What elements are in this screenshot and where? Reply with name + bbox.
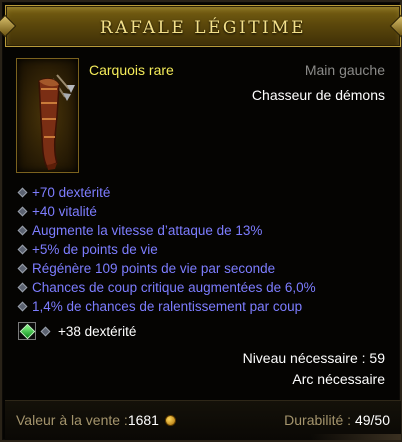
socket-slot [18,322,36,340]
bullet-icon [17,206,28,217]
skill-requirement: Arc nécessaire [292,371,385,387]
affix-text: Régénère 109 points de vie par seconde [32,261,276,276]
bullet-icon [17,282,28,293]
bullet-icon [17,263,28,274]
affix-list: +70 dextérité +40 vitalité Augmente la v… [17,183,316,316]
bullet-icon [17,187,28,198]
item-tooltip: RAFALE LÉGITIME Carquois rare Main gauch… [0,0,402,442]
affix-item: Régénère 109 points de vie par seconde [17,259,316,278]
bullet-icon [40,326,51,336]
class-requirement: Chasseur de démons [251,87,385,103]
item-name: RAFALE LÉGITIME [99,18,307,38]
affix-item: Augmente la vitesse d’attaque de 13% [17,221,316,240]
bullet-icon [17,244,28,255]
quiver-icon [38,74,75,170]
tooltip-header: RAFALE LÉGITIME [0,5,402,47]
item-image-frame [16,58,79,173]
affix-text: Chances de coup critique augmentées de 6… [32,280,316,295]
socket-row: +38 dextérité [18,321,136,341]
emerald-gem-icon [19,323,35,339]
sell-value-label: Valeur à la vente : [16,412,128,428]
bullet-icon [17,301,28,312]
socket-bonus: +38 dextérité [58,323,137,339]
affix-item: Chances de coup critique augmentées de 6… [17,278,316,297]
affix-item: +40 vitalité [17,202,316,221]
affix-item: 1,4% de chances de ralentissement par co… [17,297,316,316]
item-slot: Main gauche [304,62,385,78]
footer-corner-ornament [311,434,401,440]
affix-item: +70 dextérité [17,183,316,202]
sell-value: Valeur à la vente : 1681 [16,412,176,428]
sell-value-amount: 1681 [127,412,159,428]
bullet-icon [17,225,28,236]
affix-text: 1,4% de chances de ralentissement par co… [32,299,303,314]
gold-coin-icon [164,414,176,426]
affix-text: +5% de points de vie [32,242,158,257]
item-type: Carquois rare [89,62,174,78]
affix-text: +70 dextérité [32,185,111,200]
durability-value: 49/50 [354,412,390,428]
tooltip-footer: Valeur à la vente : 1681 Durabilité : 49… [5,400,401,440]
affix-item: +5% de points de vie [17,240,316,259]
durability: Durabilité : 49/50 [284,412,390,428]
affix-text: +40 vitalité [32,204,97,219]
durability-label: Durabilité : [284,412,355,428]
affix-text: Augmente la vitesse d’attaque de 13% [32,223,263,238]
level-requirement: Niveau nécessaire : 59 [242,350,385,366]
